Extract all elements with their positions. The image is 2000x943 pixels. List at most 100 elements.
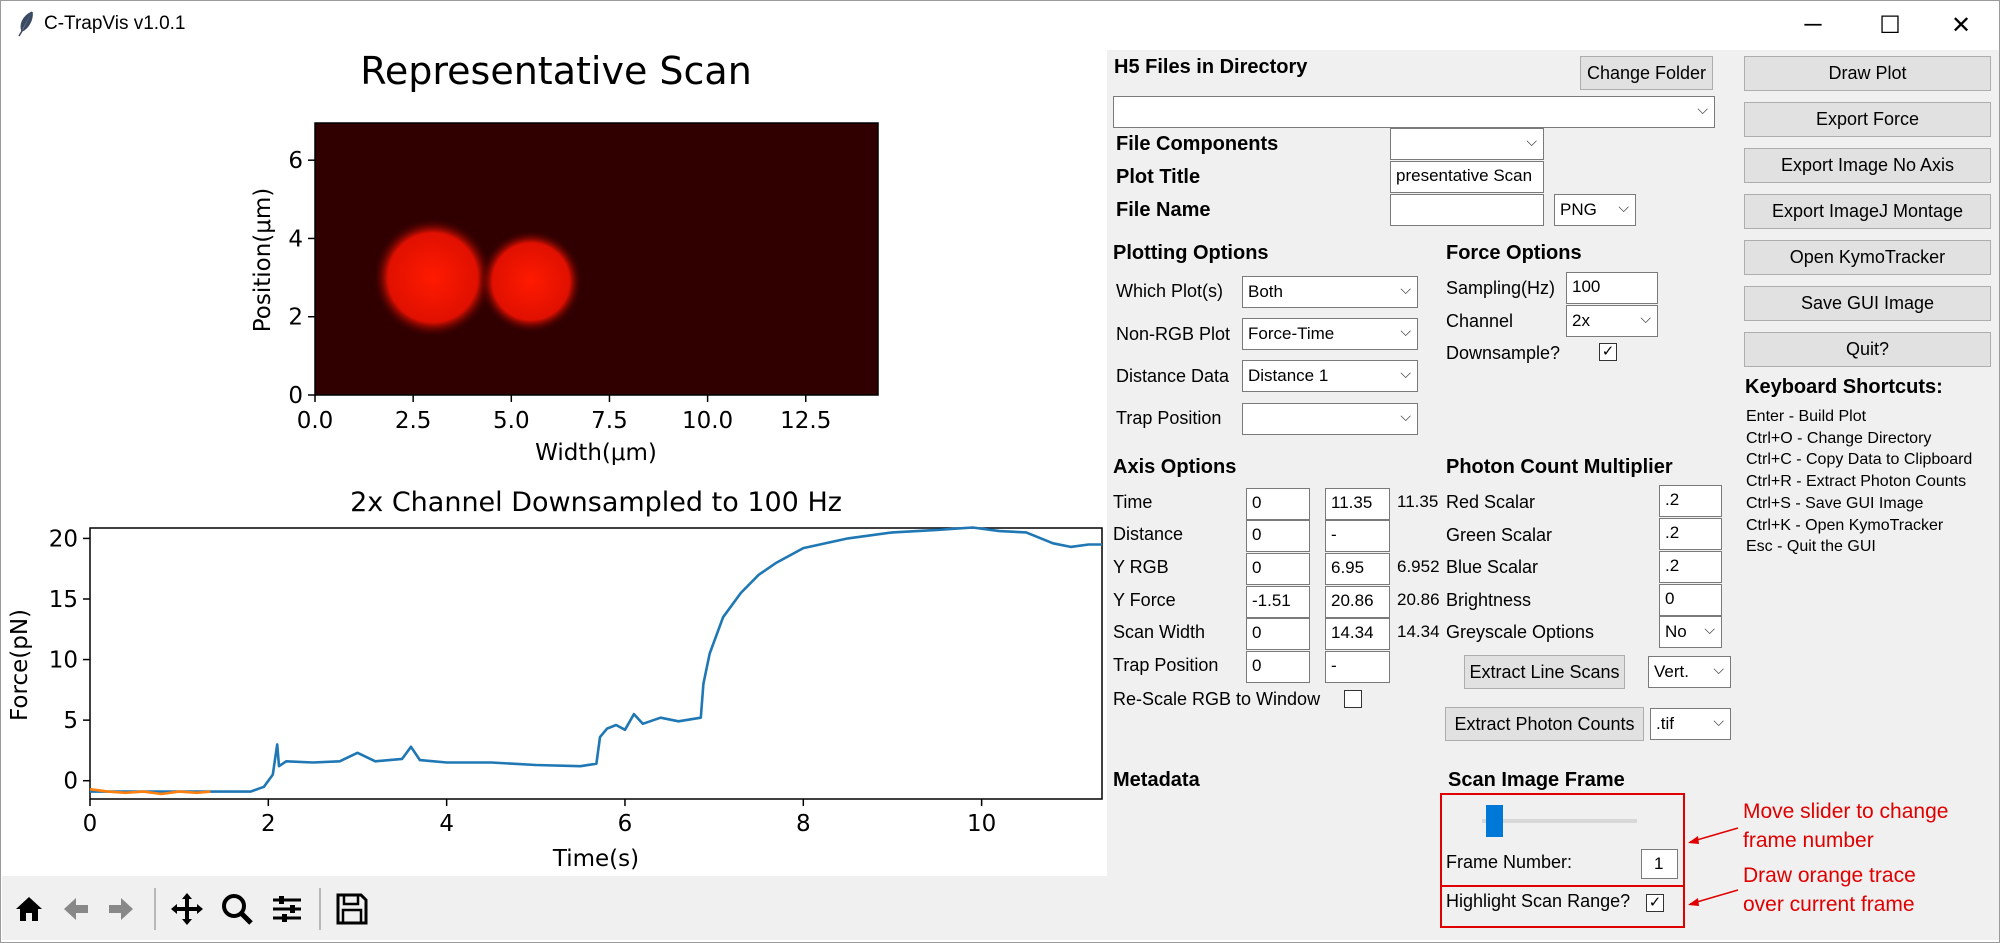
brightness-input[interactable]: 0 (1659, 584, 1722, 616)
which-plots-dropdown[interactable]: Both ⌵ (1242, 276, 1418, 308)
sampling-input[interactable]: 100 (1566, 272, 1658, 304)
axis-max-input[interactable]: 11.35 (1325, 488, 1390, 520)
shortcut-item: Ctrl+C - Copy Data to Clipboard (1746, 451, 1973, 469)
highlight-box-divider (1440, 885, 1685, 887)
annotation-highlight-line-2: over current frame (1743, 893, 1915, 916)
file-name-label: File Name (1116, 199, 1211, 221)
scan-heatmap-spot (373, 218, 493, 338)
force-y-tick-label: 15 (49, 587, 78, 613)
open-kymotracker-button[interactable]: Open KymoTracker (1744, 240, 1991, 275)
toolbar-separator (319, 888, 321, 930)
scan-x-label: Width(μm) (535, 440, 657, 466)
h5-file-dropdown[interactable]: ⌵ (1113, 96, 1715, 128)
file-format-dropdown[interactable]: PNG ⌵ (1554, 194, 1636, 226)
draw-plot-button[interactable]: Draw Plot (1744, 56, 1991, 91)
force-x-tick-label: 8 (796, 811, 811, 837)
axis-max-input[interactable]: 14.34 (1325, 618, 1390, 650)
frame-number-label: Frame Number: (1446, 852, 1573, 872)
force-x-tick-label: 6 (618, 811, 633, 837)
force-x-label: Time(s) (552, 846, 639, 872)
blue-scalar-input[interactable]: .2 (1659, 551, 1722, 583)
shortcut-item: Esc - Quit the GUI (1746, 538, 1876, 556)
downsample-checkbox[interactable]: ✓ (1599, 343, 1617, 361)
force-y-tick-label: 5 (63, 708, 78, 734)
downsample-label: Downsample? (1446, 343, 1561, 363)
minimize-button[interactable]: ─ (1783, 0, 1843, 50)
force-x-tick-label: 10 (967, 811, 996, 837)
red-scalar-input[interactable]: .2 (1659, 485, 1722, 517)
scan-y-axis: 0 2 4 6 (288, 148, 315, 409)
greyscale-options-dropdown[interactable]: No ⌵ (1659, 616, 1722, 648)
force-plot-title: 2x Channel Downsampled to 100 Hz (350, 487, 842, 518)
force-x-tick-label: 0 (83, 811, 98, 837)
axis-min-input[interactable]: 0 (1246, 553, 1310, 585)
axis-max-input[interactable]: - (1325, 651, 1390, 683)
non-rgb-plot-dropdown[interactable]: Force-Time ⌵ (1242, 318, 1418, 350)
axis-min-input[interactable]: 0 (1246, 618, 1310, 650)
shortcut-item: Ctrl+R - Extract Photon Counts (1746, 473, 1967, 491)
force-x-tick-label: 2 (261, 811, 276, 837)
annotation-slider-line-1: Move slider to change (1743, 800, 1949, 823)
highlight-scan-range-label: Highlight Scan Range? (1446, 891, 1631, 911)
axis-row-label: Scan Width (1113, 622, 1206, 642)
maximize-button[interactable]: ☐ (1860, 0, 1920, 50)
line-scan-direction-dropdown[interactable]: Vert. ⌵ (1648, 656, 1731, 688)
photon-format-dropdown[interactable]: .tif ⌵ (1650, 708, 1731, 740)
extract-line-scans-button[interactable]: Extract Line Scans (1464, 655, 1625, 689)
forward-icon[interactable] (101, 886, 141, 932)
back-icon[interactable] (56, 886, 96, 932)
sampling-label: Sampling(Hz) (1446, 278, 1556, 298)
toolbar-separator (154, 888, 156, 930)
channel-label: Channel (1446, 311, 1514, 331)
change-folder-button[interactable]: Change Folder (1580, 56, 1713, 90)
axis-min-input[interactable]: -1.51 (1246, 586, 1310, 618)
rescale-rgb-checkbox[interactable] (1344, 690, 1362, 708)
home-icon[interactable] (9, 886, 49, 932)
export-force-button[interactable]: Export Force (1744, 102, 1991, 137)
green-scalar-input[interactable]: .2 (1659, 518, 1722, 550)
chevron-down-icon: ⌵ (1400, 365, 1411, 381)
axis-min-input[interactable]: 0 (1246, 651, 1310, 683)
shortcut-item: Ctrl+S - Save GUI Image (1746, 494, 1924, 512)
highlight-scan-range-checkbox[interactable]: ✓ (1646, 894, 1664, 912)
close-button[interactable]: ✕ (1931, 0, 1991, 50)
frame-slider-track[interactable] (1482, 819, 1637, 823)
axis-min-input[interactable]: 0 (1246, 520, 1310, 552)
plot-figure: Representative Scan 0.0 2.5 5.0 7.5 10.0 12.5… (7, 49, 1103, 872)
scan-y-tick-label: 0 (288, 383, 303, 409)
photon-count-heading: Photon Count Multiplier (1446, 456, 1673, 478)
quit-button[interactable]: Quit? (1744, 332, 1991, 367)
file-components-label: File Components (1116, 133, 1279, 155)
axis-row-label: Y RGB (1113, 557, 1169, 577)
axis-auto-value: 11.35 (1397, 492, 1439, 511)
zoom-icon[interactable] (217, 886, 257, 932)
frame-number-input[interactable]: 1 (1641, 849, 1678, 879)
axis-auto-value: 14.34 (1397, 622, 1440, 641)
axis-max-input[interactable]: 20.86 (1325, 586, 1390, 618)
scan-y-tick-label: 4 (288, 226, 303, 252)
export-image-no-axis-button[interactable]: Export Image No Axis (1744, 148, 1991, 183)
file-components-dropdown[interactable]: ⌵ (1390, 128, 1544, 160)
save-gui-image-button[interactable]: Save GUI Image (1744, 286, 1991, 321)
axis-max-input[interactable]: 6.95 (1325, 553, 1390, 585)
greyscale-options-label: Greyscale Options (1446, 622, 1595, 642)
shortcut-item: Ctrl+K - Open KymoTracker (1746, 516, 1944, 534)
configure-icon[interactable] (267, 886, 307, 932)
rescale-rgb-label: Re-Scale RGB to Window (1113, 689, 1321, 709)
extract-photon-counts-button[interactable]: Extract Photon Counts (1445, 707, 1644, 741)
axis-min-input[interactable]: 0 (1246, 488, 1310, 520)
scan-image-frame-heading: Scan Image Frame (1448, 769, 1625, 791)
which-plots-label: Which Plot(s) (1116, 281, 1224, 301)
trap-position-dropdown[interactable]: ⌵ (1242, 403, 1418, 435)
channel-dropdown[interactable]: 2x ⌵ (1566, 305, 1658, 337)
file-name-input[interactable] (1390, 194, 1544, 226)
brightness-label: Brightness (1446, 590, 1532, 610)
axis-max-input[interactable]: - (1325, 520, 1390, 552)
export-imagej-montage-button[interactable]: Export ImageJ Montage (1744, 194, 1991, 229)
chevron-down-icon: ⌵ (1400, 408, 1411, 424)
distance-data-dropdown[interactable]: Distance 1 ⌵ (1242, 360, 1418, 392)
pan-icon[interactable] (167, 886, 207, 932)
save-icon[interactable] (332, 886, 372, 932)
plot-title-input[interactable]: presentative Scan (1390, 161, 1544, 193)
frame-slider-thumb[interactable] (1486, 805, 1504, 837)
